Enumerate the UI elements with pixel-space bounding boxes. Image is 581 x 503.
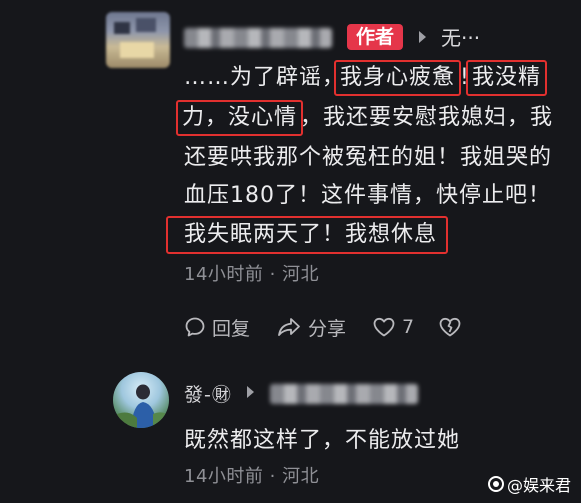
comment-text: 既然都这样了，不能放过她	[184, 428, 461, 453]
reply-label: 回复	[212, 317, 251, 340]
comment-bubble-icon	[185, 317, 205, 337]
highlighted-text: 力，没心情	[182, 105, 298, 130]
reply-button[interactable]: 回复	[184, 314, 250, 340]
highlight-box-tired: 我身心疲惫	[334, 60, 462, 96]
highlighted-text: 我没精	[472, 65, 542, 90]
watermark: @娱来君	[488, 472, 571, 496]
broken-heart-icon	[439, 317, 461, 337]
avatar[interactable]	[113, 372, 169, 428]
comment-meta: 14小时前 · 河北	[184, 466, 320, 487]
share-label: 分享	[308, 317, 347, 340]
watermark-logo-icon	[488, 476, 504, 492]
comment-thread: 作者 无··· ……为了辟谣， 我身心疲惫 ! 我没精 力，没心情 ，我还要安慰…	[0, 0, 581, 503]
share-button[interactable]: 分享	[276, 314, 346, 340]
highlight-box-no-energy: 我没精	[466, 60, 548, 96]
avatar-blurred[interactable]	[106, 12, 170, 68]
username-blurred[interactable]	[184, 28, 332, 48]
avatar-photo-icon	[113, 384, 169, 428]
chevron-right-icon	[419, 31, 426, 43]
highlight-box-no-mood: 力，没心情	[176, 100, 304, 136]
highlighted-text: 我失眠两天了！我想休息	[184, 222, 438, 247]
dislike-button[interactable]	[438, 314, 462, 340]
comment-text: ……为了辟谣，	[184, 65, 346, 90]
like-button[interactable]: 7	[372, 314, 414, 340]
comment-line-1: ……为了辟谣，	[184, 58, 345, 98]
reply-to-username[interactable]: 无···	[441, 22, 480, 51]
reply-to-username-blurred[interactable]	[270, 384, 418, 404]
heart-icon	[373, 317, 395, 337]
comment-line-3: 还要哄我那个被冤枉的姐！我姐哭的	[184, 145, 553, 170]
highlighted-text: 我身心疲惫	[340, 65, 456, 90]
share-arrow-icon	[278, 318, 300, 336]
highlight-box-insomnia: 我失眠两天了！我想休息	[166, 216, 448, 254]
comment-meta: 14小时前 · 河北	[184, 264, 320, 285]
author-badge: 作者	[347, 24, 403, 50]
comment-line-2: ，我还要安慰我媳妇，我	[300, 105, 554, 130]
chevron-right-icon	[247, 386, 254, 398]
comment-line-4: 血压180了！这件事情，快停止吧！	[184, 183, 551, 208]
username[interactable]: 發-㊖	[184, 380, 232, 407]
like-count: 7	[402, 316, 415, 338]
watermark-text: @娱来君	[507, 476, 572, 495]
